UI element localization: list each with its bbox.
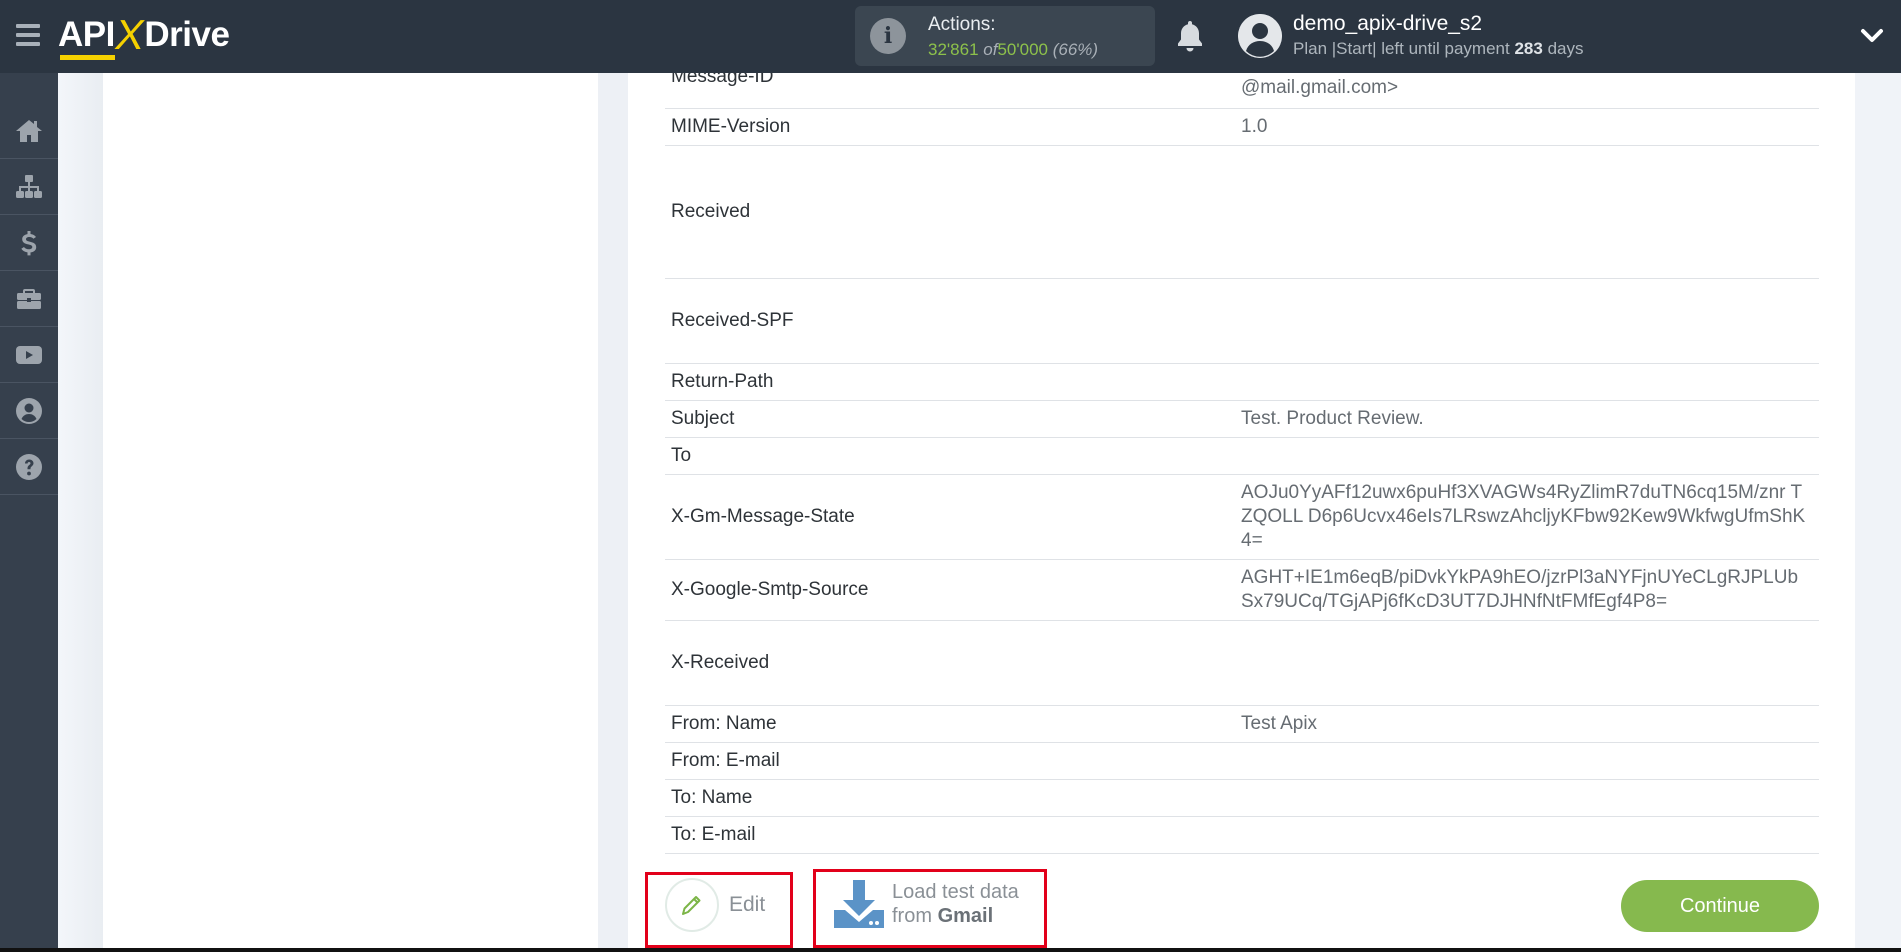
row-value: AGHT+IE1m6eqB/piDvkYkPA9hEO/jzrPl3aNYFjn… xyxy=(1241,567,1799,612)
table-row: X-Google-Smtp-Source AGHT+IE1m6eqB/piDvk… xyxy=(665,560,1819,621)
bell-icon[interactable] xyxy=(1175,18,1205,54)
page-background xyxy=(58,73,103,952)
apix-drive-logo[interactable]: API X Drive xyxy=(58,10,230,60)
table-row: From: E-mail xyxy=(665,743,1819,780)
load-from: from xyxy=(892,905,932,927)
home-icon xyxy=(16,119,42,142)
user-name[interactable]: demo_apix-drive_s2 xyxy=(1293,12,1482,36)
load-line1: Load test data xyxy=(892,881,1019,903)
row-key: Received xyxy=(671,201,751,222)
plan-text: Plan |Start| left until payment xyxy=(1293,39,1510,58)
row-key: Subject xyxy=(671,408,735,429)
menu-toggle-button[interactable] xyxy=(16,24,40,46)
row-key: X-Google-Smtp-Source xyxy=(671,579,869,600)
row-value: Test. Product Review. xyxy=(1241,408,1424,429)
question-circle-icon xyxy=(16,453,42,480)
test-data-table: Message-ID @mail.gmail.com> MIME-Version… xyxy=(665,36,1819,854)
table-row: Subject Test. Product Review. xyxy=(665,401,1819,438)
row-key: To xyxy=(671,445,692,466)
load-source: Gmail xyxy=(937,905,994,927)
load-test-data-button[interactable]: Load test data from Gmail xyxy=(834,878,1019,930)
table-row: To: E-mail xyxy=(665,817,1819,854)
top-header: API X Drive i Actions: 32'861 of50'000 (66… xyxy=(0,0,1901,73)
sidebar-item-help[interactable] xyxy=(0,439,58,495)
row-value: AOJu0YyAFf12uwx6puHf3XVAGWs4RyZlimR7duTN… xyxy=(1241,482,1806,551)
sidebar-item-home[interactable] xyxy=(0,103,58,159)
actions-label: Actions: xyxy=(928,14,996,35)
dollar-icon xyxy=(21,230,37,255)
sidebar-item-account[interactable] xyxy=(0,383,58,439)
days-suffix: days xyxy=(1547,39,1584,58)
actions-value: 32'861 of50'000 (66%) xyxy=(928,40,1098,60)
chevron-down-icon[interactable] xyxy=(1860,26,1884,46)
row-key: To: Name xyxy=(671,787,753,808)
row-key: X-Gm-Message-State xyxy=(671,506,855,527)
briefcase-icon xyxy=(17,288,41,309)
table-row: X-Gm-Message-State AOJu0YyAFf12uwx6puHf3… xyxy=(665,475,1819,560)
row-value: @mail.gmail.com> xyxy=(1241,77,1399,98)
actions-percent: (66%) xyxy=(1052,40,1099,59)
row-key: From: E-mail xyxy=(671,750,780,771)
user-plan-info: Plan |Start| left until payment 283 days xyxy=(1293,39,1583,59)
row-key: Return-Path xyxy=(671,371,774,392)
sitemap-icon xyxy=(16,174,42,198)
actions-used: 32'861 xyxy=(928,40,979,59)
sidebar xyxy=(0,73,58,952)
row-key: To: E-mail xyxy=(671,824,756,845)
youtube-icon xyxy=(16,345,42,364)
table-row: Received xyxy=(665,146,1819,279)
window-bottom-edge xyxy=(0,948,1901,952)
logo-text-drive: Drive xyxy=(144,15,230,54)
user-circle-icon xyxy=(16,397,42,424)
edit-label: Edit xyxy=(729,893,766,916)
sidebar-item-connections[interactable] xyxy=(0,159,58,215)
sidebar-item-billing[interactable] xyxy=(0,215,58,271)
table-row: To xyxy=(665,438,1819,475)
pencil-icon xyxy=(682,896,701,915)
page-background-right xyxy=(1855,73,1901,952)
table-row: From: Name Test Apix xyxy=(665,706,1819,743)
actions-total: 50'000 xyxy=(997,40,1048,59)
left-panel xyxy=(103,73,598,952)
continue-button[interactable]: Continue xyxy=(1621,880,1819,932)
table-row: Received-SPF xyxy=(665,279,1819,364)
sidebar-item-tools[interactable] xyxy=(0,271,58,327)
edit-icon-circle xyxy=(665,878,719,932)
table-row: Return-Path xyxy=(665,364,1819,401)
days-left: 283 xyxy=(1514,39,1543,58)
table-row: MIME-Version 1.0 xyxy=(665,109,1819,146)
sidebar-item-videos[interactable] xyxy=(0,327,58,383)
row-value: 1.0 xyxy=(1241,116,1268,137)
panel-gap xyxy=(598,73,628,952)
actions-counter[interactable]: i Actions: 32'861 of50'000 (66%) xyxy=(855,6,1155,66)
logo-text-x: X xyxy=(111,11,148,58)
load-test-data-label: Load test data from Gmail xyxy=(892,880,1019,928)
info-icon: i xyxy=(870,18,906,54)
table-row: X-Received xyxy=(665,621,1819,706)
row-value: Test Apix xyxy=(1241,713,1318,734)
download-icon xyxy=(834,880,884,928)
logo-text-api: API xyxy=(58,15,115,60)
row-key: From: Name xyxy=(671,713,777,734)
row-key: MIME-Version xyxy=(671,116,791,137)
user-icon xyxy=(1238,14,1282,58)
table-row: To: Name xyxy=(665,780,1819,817)
actions-of: of xyxy=(983,40,998,59)
row-key: Received-SPF xyxy=(671,310,794,331)
edit-button[interactable]: Edit xyxy=(665,878,765,932)
user-avatar[interactable] xyxy=(1238,14,1282,58)
row-key: X-Received xyxy=(671,652,770,673)
